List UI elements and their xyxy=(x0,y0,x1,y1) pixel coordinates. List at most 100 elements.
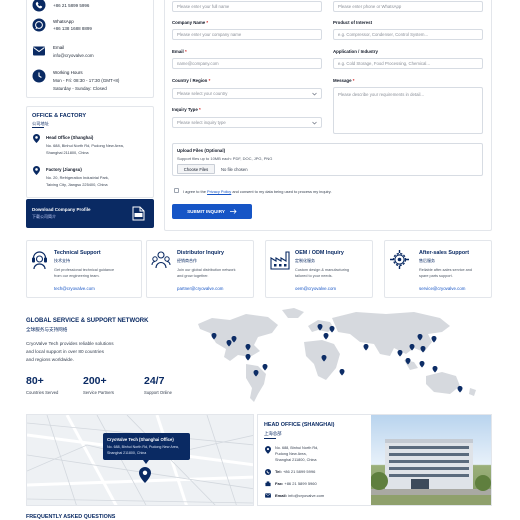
application-label: Application / Industry xyxy=(333,49,378,54)
location-pin-icon xyxy=(265,446,271,454)
map-popup: CryoValve Tech (Shanghai Office) No. 688… xyxy=(103,433,190,460)
support-title-aftersales: After-sales Support xyxy=(419,250,470,256)
users-network-icon xyxy=(151,249,171,270)
head-office-addr2: Shanghai 211800, China xyxy=(46,150,89,155)
fullname-input[interactable]: Please enter your full name xyxy=(172,1,322,12)
country-select[interactable]: Please select your country xyxy=(172,88,322,99)
ho-addr1: No. 688, Binhui North Rd, xyxy=(275,446,319,450)
head-office-name: Head Office (Shanghai) xyxy=(46,135,94,140)
support-title-distributor: Distributor Inquiry xyxy=(177,250,225,256)
email-field[interactable]: name@company.com xyxy=(172,58,322,69)
location-pin-icon xyxy=(33,166,40,175)
hours-label: Working Hours xyxy=(53,70,83,75)
factory-addr2: Taixing City, Jiangsu 225400, China xyxy=(46,182,108,187)
ho-tel: Tel: +86 21 5899 5996 xyxy=(275,469,316,474)
ho-addr2: Pudong New Area, xyxy=(275,452,307,456)
hours-weekday: Mon - Fri: 08:30 - 17:30 (GMT+8) xyxy=(53,78,120,83)
support-cn-distributor: 经销商合作 xyxy=(177,258,197,263)
support-cn-aftersales: 售后服务 xyxy=(419,258,435,263)
company-label: Company Name * xyxy=(172,20,209,25)
ho-tel-value[interactable]: +86 21 5899 5996 xyxy=(283,469,315,474)
choose-files-button[interactable]: Choose Files xyxy=(177,164,215,174)
office-building-photo xyxy=(371,415,491,505)
email-icon xyxy=(32,45,46,57)
map-popup-line1: No. 688, Binhui North Rd, Pudong New Are… xyxy=(107,445,179,449)
arrow-right-icon xyxy=(229,209,237,214)
stat-label-partners: Service Partners xyxy=(83,390,114,395)
stat-value-countries: 80+ xyxy=(26,375,44,387)
stat-label-countries: Countries Served xyxy=(26,390,59,395)
office-title-underline xyxy=(32,127,44,128)
phone-icon xyxy=(32,0,46,12)
faq-title: FREQUENTLY ASKED QUESTIONS xyxy=(26,514,116,520)
email-icon xyxy=(265,493,271,498)
map-popup-title: CryoValve Tech (Shanghai Office) xyxy=(107,437,174,442)
support-desc1-aftersales: Reliable after-sales service and xyxy=(419,268,472,272)
map-popup-tail xyxy=(143,460,149,464)
head-office-underline xyxy=(264,438,276,439)
upload-label: Upload Files (Optional) xyxy=(177,148,226,153)
application-input[interactable]: e.g. Cold Storage, Food Processing, Chem… xyxy=(333,58,483,69)
ho-email: Email: info@cryovalve.com xyxy=(275,493,325,498)
stat-value-partners: 200+ xyxy=(83,375,107,387)
submit-inquiry-button[interactable]: SUBMIT INQUIRY xyxy=(172,204,252,219)
pdf-file-icon xyxy=(132,206,145,221)
phone-number[interactable]: +86 21 5899 5996 xyxy=(53,3,89,8)
map-popup-line2: Shanghai 211800, China xyxy=(107,451,147,455)
stat-label-support: Support Online xyxy=(144,390,172,395)
ho-email-value[interactable]: info@cryovalve.com xyxy=(288,493,324,498)
network-desc2: and local support in over 80 countries xyxy=(26,349,104,354)
company-input[interactable]: Please enter your company name xyxy=(172,29,322,40)
clock-icon xyxy=(32,69,46,83)
ho-fax: Fax: +86 21 5899 5960 xyxy=(275,481,317,486)
phone-input[interactable]: Please enter phone or WhatsApp xyxy=(333,1,483,12)
ho-addr3: Shanghai 211800, China xyxy=(275,458,317,462)
product-input[interactable]: e.g. Compressor, Condenser, Control Syst… xyxy=(333,29,483,40)
support-title-oem: OEM / ODM Inquiry xyxy=(295,250,344,256)
support-cn-technical: 技术支持 xyxy=(54,258,70,263)
support-email-aftersales[interactable]: service@cryovalve.com xyxy=(419,286,465,291)
phone-icon xyxy=(265,469,271,475)
chevron-down-icon xyxy=(312,92,317,96)
head-office-title: HEAD OFFICE (SHANGHAI) xyxy=(264,422,335,428)
location-pin-icon xyxy=(33,134,40,143)
inquiry-type-label: Inquiry Type * xyxy=(172,107,201,112)
support-desc1-distributor: Join our global distribution network xyxy=(177,268,236,272)
email-address[interactable]: info@cryovalve.com xyxy=(53,53,94,58)
headset-icon xyxy=(31,249,48,270)
chevron-down-icon xyxy=(312,121,317,125)
country-label: Country / Region * xyxy=(172,78,211,83)
world-map xyxy=(190,306,492,404)
privacy-policy-link[interactable]: Privacy Policy xyxy=(207,189,231,194)
office-title: OFFICE & FACTORY xyxy=(32,113,87,119)
head-office-addr1: No. 688, Binhui North Rd, Pudong New Are… xyxy=(46,143,124,148)
network-desc1: CryoValve Tech provides reliable solutio… xyxy=(26,341,114,346)
support-desc1-technical: Get professional technical guidance xyxy=(54,268,115,272)
support-desc1-oem: Custom design & manufacturing xyxy=(295,268,350,272)
support-email-oem[interactable]: oem@cryovalve.com xyxy=(295,286,336,291)
support-desc2-oem: tailored to your needs. xyxy=(295,274,333,278)
support-desc2-aftersales: spare parts support. xyxy=(419,274,453,278)
download-subtitle: 下载公司简介 xyxy=(32,214,56,219)
consent-checkbox[interactable] xyxy=(174,188,179,193)
support-desc2-distributor: and grow together. xyxy=(177,274,209,278)
support-email-distributor[interactable]: partner@cryovalve.com xyxy=(177,286,223,291)
network-title-cn: 全球服务与支持网络 xyxy=(26,327,68,332)
email-label: Email xyxy=(53,45,65,50)
map-marker-icon[interactable] xyxy=(139,467,151,483)
inquiry-type-select[interactable]: Please select inquiry type xyxy=(172,117,322,128)
head-office-title-cn: 上海总部 xyxy=(264,431,282,436)
location-map[interactable]: CryoValve Tech (Shanghai Office) No. 688… xyxy=(26,414,254,506)
factory-addr1: No. 20, Refrigeration Industrial Park, xyxy=(46,175,109,180)
download-profile-button[interactable]: Download Company Profile 下载公司简介 xyxy=(26,199,154,228)
stat-value-support: 24/7 xyxy=(144,375,165,387)
whatsapp-label: WhatsApp xyxy=(53,19,74,24)
message-label: Message * xyxy=(333,78,355,83)
message-textarea[interactable]: Please describe your requirements in det… xyxy=(333,87,483,134)
support-title-technical: Technical Support xyxy=(54,250,101,256)
whatsapp-number[interactable]: +86 138 1688 8899 xyxy=(53,26,92,31)
network-title: GLOBAL SERVICE & SUPPORT NETWORK xyxy=(26,318,149,324)
support-email-technical[interactable]: tech@cryovalve.com xyxy=(54,286,95,291)
gear-icon xyxy=(389,249,410,270)
network-desc3: and regions worldwide. xyxy=(26,357,74,362)
